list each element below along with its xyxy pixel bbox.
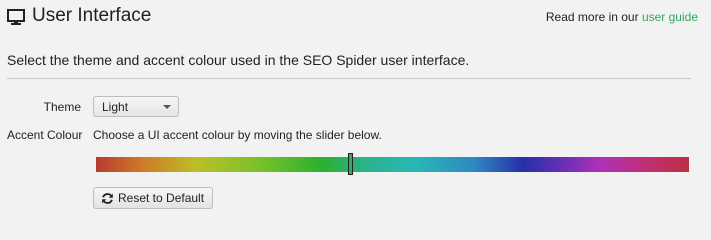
page-title: User Interface [32,5,152,26]
accent-colour-label: Accent Colour [7,128,83,142]
chevron-down-icon [163,105,171,109]
section-header: User Interface Read more in our user gui… [7,4,704,30]
slider-thumb[interactable] [348,153,353,175]
theme-label: Theme [43,100,81,114]
refresh-icon [102,193,113,204]
theme-select[interactable]: Light [93,96,179,117]
accent-colour-hint: Choose a UI accent colour by moving the … [93,128,382,142]
reset-button-label: Reset to Default [118,191,205,205]
read-more-text: Read more in our user guide [546,10,698,24]
monitor-icon [7,9,25,25]
divider [7,78,691,79]
accent-colour-slider[interactable] [96,157,689,172]
user-guide-link[interactable]: user guide [642,10,698,24]
section-description: Select the theme and accent colour used … [7,52,470,68]
read-more-prefix: Read more in our [545,10,639,24]
theme-select-value: Light [102,100,129,114]
reset-to-default-button[interactable]: Reset to Default [93,187,213,209]
